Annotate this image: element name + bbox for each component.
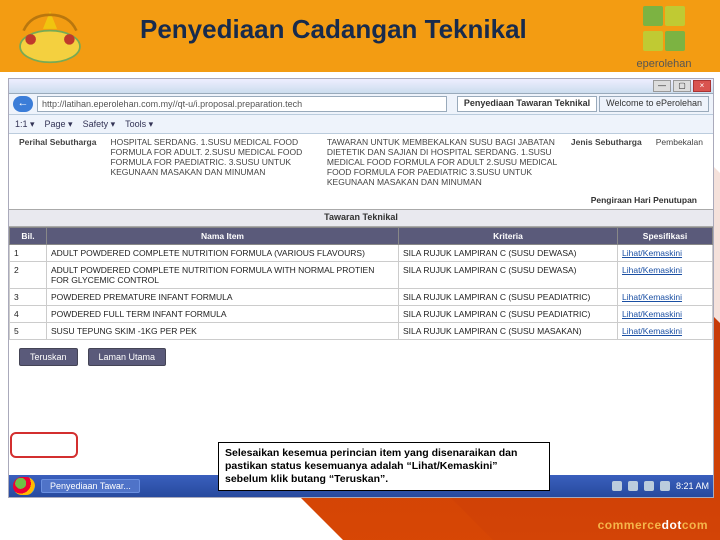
cell-bil: 4 [10,306,47,323]
toolbar-safety[interactable]: Safety ▾ [83,119,116,130]
lihat-kemaskini-link[interactable]: Lihat/Kemaskini [622,326,682,336]
table-row: 3POWDERED PREMATURE INFANT FORMULASILA R… [10,289,713,306]
address-bar[interactable]: http://latihan.eperolehan.com.my//qt-u/i… [37,96,447,112]
jenis-label: Jenis Sebutharga [571,137,642,187]
cell-spec: Lihat/Kemaskini [618,245,713,262]
commercedotcom-logo: commercedotcom [598,518,708,532]
cell-spec: Lihat/Kemaskini [618,262,713,289]
toolbar-tools[interactable]: Tools ▾ [125,119,153,130]
start-button[interactable] [13,477,35,495]
cell-spec: Lihat/Kemaskini [618,323,713,340]
perihal-label: Perihal Sebutharga [19,137,96,187]
maximize-button[interactable]: ▢ [673,80,691,92]
cell-bil: 5 [10,323,47,340]
jenis-value: Pembekalan [656,137,703,187]
cell-kriteria: SILA RUJUK LAMPIRAN C (SUSU PEADIATRIC) [399,306,618,323]
browser-screenshot: — ▢ × ← http://latihan.eperolehan.com.my… [8,78,714,498]
cell-item: POWDERED PREMATURE INFANT FORMULA [47,289,399,306]
th-kriteria: Kriteria [399,228,618,245]
back-button[interactable]: ← [13,96,33,112]
section-tawaran-teknikal: Tawaran Teknikal [9,209,713,227]
cell-item: ADULT POWDERED COMPLETE NUTRITION FORMUL… [47,245,399,262]
minimize-button[interactable]: — [653,80,671,92]
th-bil: Bil. [10,228,47,245]
table-row: 2ADULT POWDERED COMPLETE NUTRITION FORMU… [10,262,713,289]
cell-kriteria: SILA RUJUK LAMPIRAN C (SUSU MASAKAN) [399,323,618,340]
ie-toolbar: 1:1 ▾ Page ▾ Safety ▾ Tools ▾ [9,115,713,134]
cell-item: ADULT POWDERED COMPLETE NUTRITION FORMUL… [47,262,399,289]
page-title: Penyediaan Cadangan Teknikal [140,14,527,45]
taskbar-clock: 8:21 AM [676,481,709,491]
tawaran-value: TAWARAN UNTUK MEMBEKALKAN SUSU BAGI JABA… [327,137,557,187]
laman-utama-button[interactable]: Laman Utama [88,348,167,366]
teruskan-button[interactable]: Teruskan [19,348,78,366]
tray-icon[interactable] [628,481,638,491]
instruction-callout: Selesaikan kesemua perincian item yang d… [218,442,550,491]
lihat-kemaskini-link[interactable]: Lihat/Kemaskini [622,248,682,258]
lihat-kemaskini-link[interactable]: Lihat/Kemaskini [622,309,682,319]
th-spesifikasi: Spesifikasi [618,228,713,245]
tray-icon[interactable] [612,481,622,491]
tab-welcome[interactable]: Welcome to ePerolehan [599,96,709,112]
perihal-value: HOSPITAL SERDANG. 1.SUSU MEDICAL FOOD FO… [110,137,312,187]
cell-spec: Lihat/Kemaskini [618,289,713,306]
tray-icon[interactable] [660,481,670,491]
cell-kriteria: SILA RUJUK LAMPIRAN C (SUSU PEADIATRIC) [399,289,618,306]
close-button[interactable]: × [693,80,711,92]
table-row: 4POWDERED FULL TERM INFANT FORMULASILA R… [10,306,713,323]
toolbar-zoom[interactable]: 1:1 ▾ [15,119,35,130]
cell-spec: Lihat/Kemaskini [618,306,713,323]
closing-day-label: Pengiraan Hari Penutupan [9,195,713,209]
items-table: Bil. Nama Item Kriteria Spesifikasi 1ADU… [9,227,713,340]
eperolehan-logo: eperolehan [622,6,706,62]
tab-penyediaan[interactable]: Penyediaan Tawaran Teknikal [457,96,597,112]
cell-bil: 2 [10,262,47,289]
crest-logo-icon [6,4,94,66]
tray-icon[interactable] [644,481,654,491]
cell-kriteria: SILA RUJUK LAMPIRAN C (SUSU DEWASA) [399,262,618,289]
table-row: 1ADULT POWDERED COMPLETE NUTRITION FORMU… [10,245,713,262]
cell-item: SUSU TEPUNG SKIM -1KG PER PEK [47,323,399,340]
cell-bil: 3 [10,289,47,306]
lihat-kemaskini-link[interactable]: Lihat/Kemaskini [622,292,682,302]
window-titlebar: — ▢ × [9,79,713,94]
lihat-kemaskini-link[interactable]: Lihat/Kemaskini [622,265,682,275]
table-row: 5SUSU TEPUNG SKIM -1KG PER PEKSILA RUJUK… [10,323,713,340]
taskbar-task[interactable]: Penyediaan Tawar... [41,479,140,493]
th-nama: Nama Item [47,228,399,245]
cell-kriteria: SILA RUJUK LAMPIRAN C (SUSU DEWASA) [399,245,618,262]
toolbar-page[interactable]: Page ▾ [45,119,73,130]
cell-item: POWDERED FULL TERM INFANT FORMULA [47,306,399,323]
cell-bil: 1 [10,245,47,262]
